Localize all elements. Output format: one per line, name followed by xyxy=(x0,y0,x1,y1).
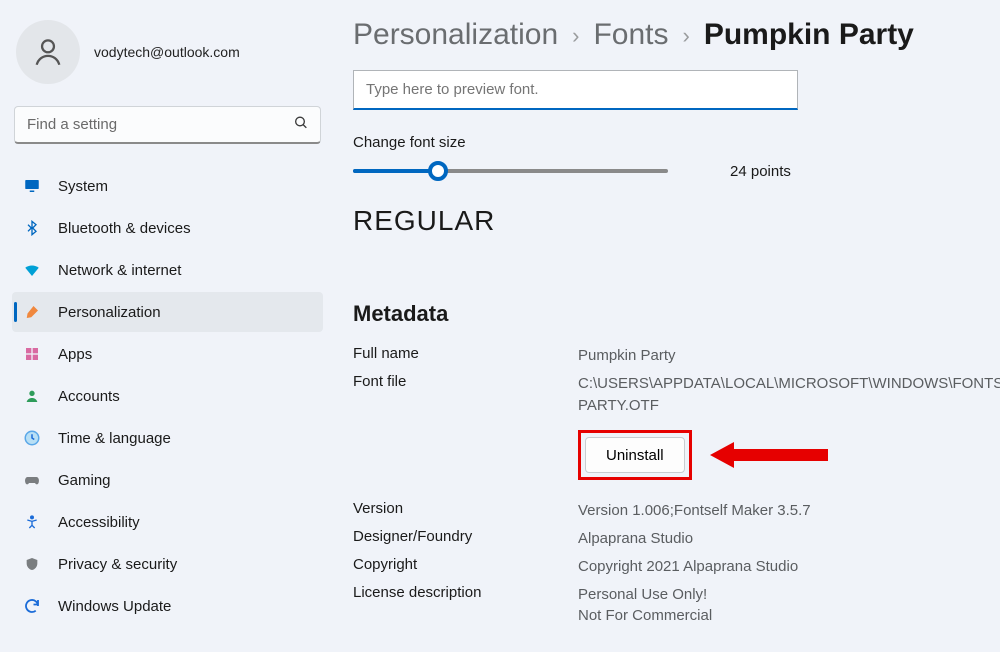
user-email: vodytech@outlook.com xyxy=(94,44,240,60)
font-style-preview: REGULAR xyxy=(353,205,982,237)
meta-copyright-value: Copyright 2021 Alpaprana Studio xyxy=(578,556,1000,578)
sidebar-item-label: Bluetooth & devices xyxy=(58,220,191,237)
sidebar-item-label: Privacy & security xyxy=(58,556,177,573)
annotation-arrow-icon xyxy=(710,440,830,470)
search-icon xyxy=(293,115,309,136)
update-icon xyxy=(22,596,42,616)
sidebar-item-label: Gaming xyxy=(58,472,111,489)
bluetooth-icon xyxy=(22,218,42,238)
breadcrumb-fonts[interactable]: Fonts xyxy=(593,18,668,52)
sidebar-item-label: Apps xyxy=(58,346,92,363)
sidebar-item-label: System xyxy=(58,178,108,195)
sidebar-item-label: Time & language xyxy=(58,430,171,447)
sidebar-item-label: Windows Update xyxy=(58,598,171,615)
sidebar-item-label: Personalization xyxy=(58,304,161,321)
sidebar-item-bluetooth[interactable]: Bluetooth & devices xyxy=(12,208,323,248)
font-size-value: 24 points xyxy=(730,163,791,180)
gamepad-icon xyxy=(22,470,42,490)
breadcrumb: Personalization › Fonts › Pumpkin Party xyxy=(353,18,982,52)
meta-designer-label: Designer/Foundry xyxy=(353,528,578,550)
font-preview-input[interactable] xyxy=(353,70,798,110)
search-wrap xyxy=(14,106,321,144)
uninstall-row: Uninstall xyxy=(578,430,1000,480)
wifi-icon xyxy=(22,260,42,280)
sidebar-item-accounts[interactable]: Accounts xyxy=(12,376,323,416)
paintbrush-icon xyxy=(22,302,42,322)
slider-thumb[interactable] xyxy=(428,161,448,181)
sidebar-item-personalization[interactable]: Personalization xyxy=(12,292,323,332)
meta-copyright-label: Copyright xyxy=(353,556,578,578)
font-size-slider[interactable] xyxy=(353,161,668,181)
uninstall-button[interactable]: Uninstall xyxy=(585,437,685,473)
avatar xyxy=(16,20,80,84)
shield-icon xyxy=(22,554,42,574)
sidebar-item-system[interactable]: System xyxy=(12,166,323,206)
sidebar-item-gaming[interactable]: Gaming xyxy=(12,460,323,500)
slider-fill xyxy=(353,169,438,173)
page-title: Pumpkin Party xyxy=(704,18,914,52)
chevron-right-icon: › xyxy=(682,23,689,49)
meta-version-value: Version 1.006;Fontself Maker 3.5.7 xyxy=(578,500,1000,522)
sidebar-item-apps[interactable]: Apps xyxy=(12,334,323,374)
user-profile[interactable]: vodytech@outlook.com xyxy=(12,18,323,102)
chevron-right-icon: › xyxy=(572,23,579,49)
search-input[interactable] xyxy=(14,106,321,144)
sidebar-item-label: Accessibility xyxy=(58,514,140,531)
meta-fontfile-label: Font file xyxy=(353,373,578,417)
annotation-highlight: Uninstall xyxy=(578,430,692,480)
meta-license-label: License description xyxy=(353,584,578,628)
person-icon xyxy=(22,386,42,406)
monitor-icon xyxy=(22,176,42,196)
sidebar-item-time[interactable]: Time & language xyxy=(12,418,323,458)
meta-license-value: Personal Use Only! Not For Commercial xyxy=(578,584,1000,628)
meta-fullname-label: Full name xyxy=(353,345,578,367)
sidebar-item-label: Network & internet xyxy=(58,262,181,279)
sidebar-item-accessibility[interactable]: Accessibility xyxy=(12,502,323,542)
breadcrumb-personalization[interactable]: Personalization xyxy=(353,18,558,52)
meta-designer-value: Alpaprana Studio xyxy=(578,528,1000,550)
person-icon xyxy=(31,35,65,69)
nav: System Bluetooth & devices Network & int… xyxy=(12,166,323,626)
meta-fontfile-value: C:\USERS\APPDATA\LOCAL\MICROSOFT\WINDOWS… xyxy=(578,373,1000,417)
sidebar-item-privacy[interactable]: Privacy & security xyxy=(12,544,323,584)
metadata-grid: Full name Pumpkin Party Font file C:\USE… xyxy=(353,345,982,627)
font-size-row: 24 points xyxy=(353,161,982,181)
sidebar-item-label: Accounts xyxy=(58,388,120,405)
clock-globe-icon xyxy=(22,428,42,448)
sidebar-item-update[interactable]: Windows Update xyxy=(12,586,323,626)
sidebar-item-network[interactable]: Network & internet xyxy=(12,250,323,290)
font-size-label: Change font size xyxy=(353,134,982,151)
accessibility-icon xyxy=(22,512,42,532)
meta-fullname-value: Pumpkin Party xyxy=(578,345,1000,367)
main-content: Personalization › Fonts › Pumpkin Party … xyxy=(335,0,1000,652)
sidebar: vodytech@outlook.com System Bluetooth & … xyxy=(0,0,335,652)
meta-version-label: Version xyxy=(353,500,578,522)
apps-icon xyxy=(22,344,42,364)
metadata-heading: Metadata xyxy=(353,301,982,327)
